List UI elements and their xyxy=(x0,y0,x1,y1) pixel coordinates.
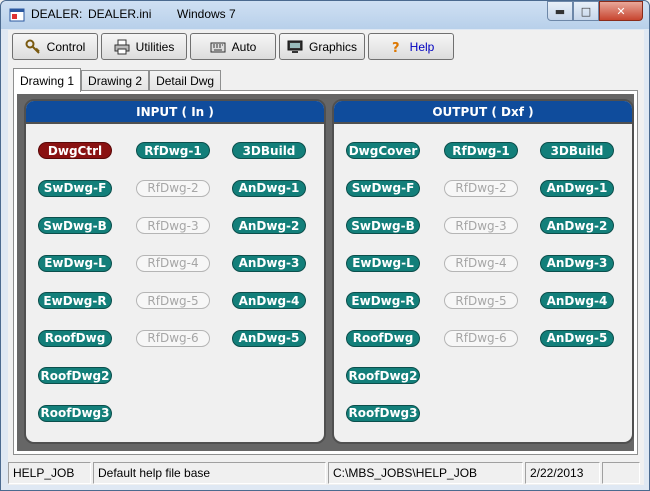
input-andwg-2-button[interactable]: AnDwg-2 xyxy=(232,217,306,234)
input-group-title: INPUT ( In ) xyxy=(26,101,324,124)
printer-icon xyxy=(114,39,130,55)
monitor-icon xyxy=(287,39,303,55)
output-andwg-5-button[interactable]: AnDwg-5 xyxy=(540,329,614,347)
help-button[interactable]: ? Help xyxy=(368,33,454,60)
utilities-label: Utilities xyxy=(135,39,175,54)
caption-buttons: ▬ □ ✕ xyxy=(547,1,643,21)
status-extra xyxy=(602,462,640,484)
client-area: Control Utilities Auto Graphics ? Help D… xyxy=(8,30,644,485)
input-swdwg-b-button[interactable]: SwDwg-B xyxy=(38,217,112,234)
output-rfdwg-2-button[interactable]: RfDwg-2 xyxy=(444,179,518,197)
output-dwgcover-button[interactable]: DwgCover xyxy=(346,142,420,159)
control-label: Control xyxy=(46,39,86,54)
input-rfdwg-1-button[interactable]: RfDwg-1 xyxy=(136,142,210,159)
output-group: OUTPUT ( Dxf ) DwgCover SwDwg-F SwDwg-B EwD… xyxy=(332,99,634,444)
output-ewdwg-r-button[interactable]: EwDwg-R xyxy=(346,292,420,309)
tab-strip: Drawing 1 Drawing 2 Detail Dwg xyxy=(13,68,222,92)
output-rfdwg-3-button[interactable]: RfDwg-3 xyxy=(444,217,518,234)
app-name: DEALER: xyxy=(31,7,83,21)
output-roofdwg2-button[interactable]: RoofDwg2 xyxy=(346,367,420,384)
input-andwg-4-button[interactable]: AnDwg-4 xyxy=(232,292,306,309)
output-ewdwg-l-button[interactable]: EwDwg-L xyxy=(346,254,420,272)
input-andwg-5-button[interactable]: AnDwg-5 xyxy=(232,329,306,347)
status-job: HELP_JOB xyxy=(8,462,91,484)
input-andwg-3-button[interactable]: AnDwg-3 xyxy=(232,254,306,272)
output-rfdwg-4-button[interactable]: RfDwg-4 xyxy=(444,254,518,272)
input-ewdwg-r-button[interactable]: EwDwg-R xyxy=(38,292,112,309)
close-icon: ✕ xyxy=(616,4,626,18)
panel-background: INPUT ( In ) DwgCtrl SwDwg-F SwDwg-B EwDwg-… xyxy=(17,94,634,451)
output-roofdwg3-button[interactable]: RoofDwg3 xyxy=(346,404,420,422)
input-3dbuild-button[interactable]: 3DBuild xyxy=(232,142,306,159)
status-bar: HELP_JOB Default help file base C:\MBS_J… xyxy=(8,462,644,484)
tab-drawing-2[interactable]: Drawing 2 xyxy=(81,70,150,91)
input-roofdwg-button[interactable]: RoofDwg xyxy=(38,329,112,347)
input-roofdwg2-button[interactable]: RoofDwg2 xyxy=(38,367,112,384)
output-group-title: OUTPUT ( Dxf ) xyxy=(334,101,632,124)
os-label: Windows 7 xyxy=(177,7,236,21)
svg-text:?: ? xyxy=(392,41,400,55)
output-andwg-2-button[interactable]: AnDwg-2 xyxy=(540,217,614,234)
question-icon: ? xyxy=(388,39,404,56)
maximize-icon: □ xyxy=(580,4,592,18)
input-rfdwg-6-button[interactable]: RfDwg-6 xyxy=(136,329,210,347)
help-label: Help xyxy=(409,39,435,54)
input-dwgctrl-button[interactable]: DwgCtrl xyxy=(38,142,112,159)
keyboard-icon xyxy=(210,39,226,55)
input-rfdwg-4-button[interactable]: RfDwg-4 xyxy=(136,254,210,272)
key-icon xyxy=(25,39,41,55)
file-name: DEALER.ini xyxy=(88,7,152,21)
input-roofdwg3-button[interactable]: RoofDwg3 xyxy=(38,404,112,422)
output-3dbuild-button[interactable]: 3DBuild xyxy=(540,142,614,159)
auto-label: Auto xyxy=(231,39,257,54)
minimize-icon: ▬ xyxy=(554,4,566,18)
status-date: 2/22/2013 xyxy=(525,462,600,484)
output-swdwg-f-button[interactable]: SwDwg-F xyxy=(346,179,420,197)
tab-drawing-1[interactable]: Drawing 1 xyxy=(13,68,82,92)
status-message: Default help file base xyxy=(93,462,326,484)
input-rfdwg-2-button[interactable]: RfDwg-2 xyxy=(136,179,210,197)
input-rfdwg-5-button[interactable]: RfDwg-5 xyxy=(136,292,210,309)
tab-detail-dwg[interactable]: Detail Dwg xyxy=(149,70,222,91)
tab-panel: INPUT ( In ) DwgCtrl SwDwg-F SwDwg-B EwDwg-… xyxy=(13,90,638,455)
toolbar: Control Utilities Auto Graphics ? Help xyxy=(12,33,454,60)
output-rfdwg-1-button[interactable]: RfDwg-1 xyxy=(444,142,518,159)
auto-button[interactable]: Auto xyxy=(190,33,276,60)
input-rfdwg-3-button[interactable]: RfDwg-3 xyxy=(136,217,210,234)
output-roofdwg-button[interactable]: RoofDwg xyxy=(346,329,420,347)
maximize-button[interactable]: □ xyxy=(573,1,599,21)
close-button[interactable]: ✕ xyxy=(599,1,643,21)
minimize-button[interactable]: ▬ xyxy=(547,1,573,21)
graphics-button[interactable]: Graphics xyxy=(279,33,365,60)
input-swdwg-f-button[interactable]: SwDwg-F xyxy=(38,179,112,197)
output-andwg-1-button[interactable]: AnDwg-1 xyxy=(540,179,614,197)
status-path: C:\MBS_JOBS\HELP_JOB xyxy=(328,462,523,484)
app-icon xyxy=(9,7,25,23)
title-bar[interactable]: DEALER: DEALER.ini Windows 7 ▬ □ ✕ xyxy=(1,1,649,29)
control-button[interactable]: Control xyxy=(12,33,98,60)
output-rfdwg-5-button[interactable]: RfDwg-5 xyxy=(444,292,518,309)
output-andwg-3-button[interactable]: AnDwg-3 xyxy=(540,254,614,272)
input-andwg-1-button[interactable]: AnDwg-1 xyxy=(232,179,306,197)
output-andwg-4-button[interactable]: AnDwg-4 xyxy=(540,292,614,309)
input-group: INPUT ( In ) DwgCtrl SwDwg-F SwDwg-B EwDwg-… xyxy=(24,99,326,444)
input-ewdwg-l-button[interactable]: EwDwg-L xyxy=(38,254,112,272)
graphics-label: Graphics xyxy=(308,39,358,54)
output-swdwg-b-button[interactable]: SwDwg-B xyxy=(346,217,420,234)
utilities-button[interactable]: Utilities xyxy=(101,33,187,60)
output-rfdwg-6-button[interactable]: RfDwg-6 xyxy=(444,329,518,347)
app-window: DEALER: DEALER.ini Windows 7 ▬ □ ✕ Contr… xyxy=(0,0,650,491)
